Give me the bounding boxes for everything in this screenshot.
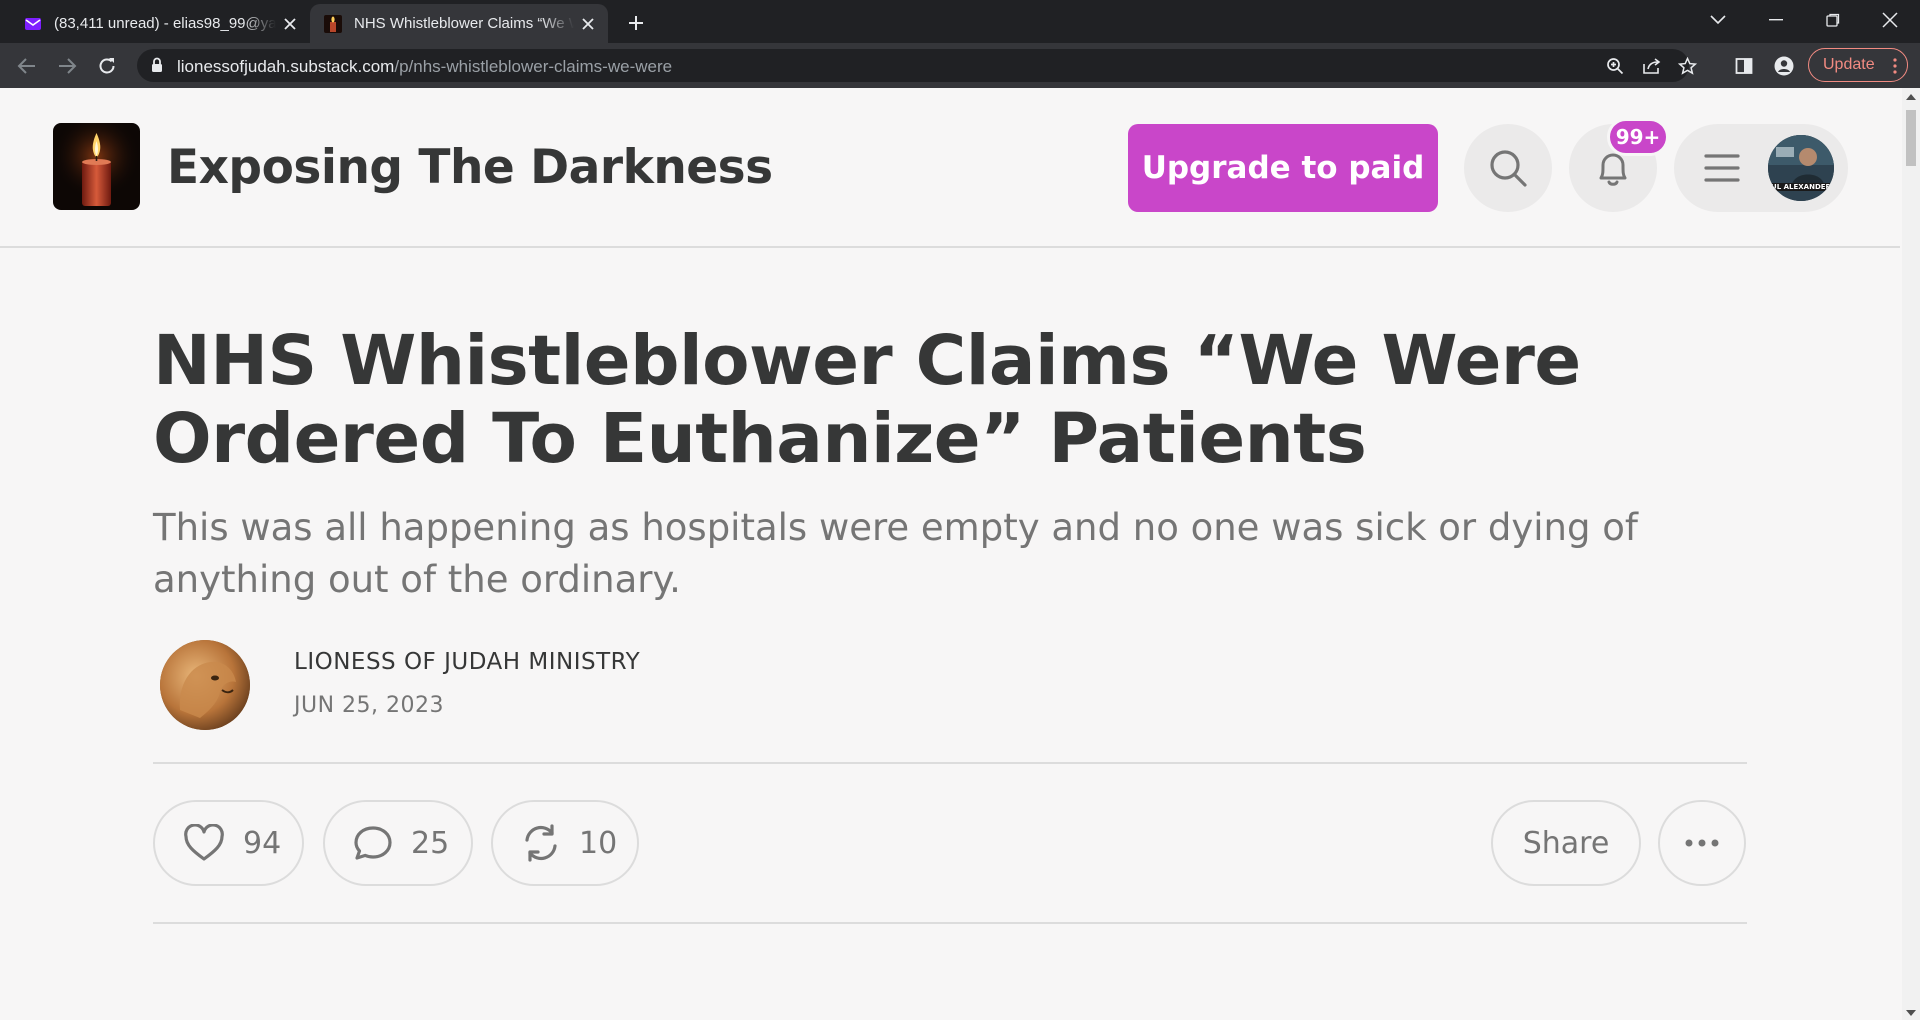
heart-icon <box>183 824 225 862</box>
update-label: Update <box>1823 56 1875 73</box>
restack-arrows-icon <box>521 824 561 862</box>
minimize-icon[interactable] <box>1748 0 1804 40</box>
scroll-down-arrow-icon[interactable] <box>1906 1010 1916 1017</box>
search-icon <box>1490 150 1527 187</box>
browser-tab-strip: (83,411 unread) - elias98_99@yahoo.com N… <box>0 0 1920 43</box>
update-button[interactable]: Update <box>1808 48 1908 82</box>
close-window-icon[interactable] <box>1862 0 1918 40</box>
candle-logo-icon <box>53 123 140 210</box>
comment-count: 25 <box>411 825 450 861</box>
scroll-up-arrow-icon[interactable] <box>1906 93 1916 100</box>
zoom-icon[interactable] <box>1603 54 1627 78</box>
more-menu-icon <box>1893 58 1897 74</box>
hamburger-menu-icon <box>1704 154 1740 182</box>
like-button[interactable]: 94 <box>153 800 304 886</box>
profile-icon[interactable] <box>1770 52 1798 80</box>
like-count: 94 <box>243 825 282 861</box>
search-button[interactable] <box>1464 124 1552 212</box>
close-tab-icon[interactable] <box>574 10 602 38</box>
reload-icon[interactable] <box>90 49 124 83</box>
yahoo-mail-icon <box>25 17 41 30</box>
close-tab-icon[interactable] <box>276 10 304 38</box>
lock-icon <box>152 57 162 72</box>
back-arrow-icon[interactable] <box>10 49 44 83</box>
ellipsis-icon <box>1685 839 1719 847</box>
tab-substack-post[interactable]: NHS Whistleblower Claims “We Were Ordere… <box>310 4 608 43</box>
scrollbar-thumb[interactable] <box>1906 110 1916 166</box>
tab-search-chevron-down-icon[interactable] <box>1690 0 1746 40</box>
tab-title: NHS Whistleblower Claims “We Were Ordere… <box>354 15 574 32</box>
forward-arrow-icon[interactable] <box>50 49 84 83</box>
author-name-link[interactable]: LIONESS OF JUDAH MINISTRY <box>294 649 640 675</box>
restore-window-icon[interactable] <box>1805 0 1861 40</box>
new-tab-plus-icon[interactable] <box>620 9 652 37</box>
site-logo[interactable] <box>53 123 140 210</box>
restack-count: 10 <box>579 825 618 861</box>
avatar-caption: UL ALEXANDER <box>1771 183 1831 191</box>
post-subtitle: This was all happening as hospitals were… <box>153 506 1638 601</box>
more-options-button[interactable] <box>1658 800 1746 886</box>
tab-yahoo-mail[interactable]: (83,411 unread) - elias98_99@yahoo.com <box>10 4 310 43</box>
lioness-avatar-icon <box>160 640 250 730</box>
side-panel-icon[interactable] <box>1730 52 1758 80</box>
account-menu-button[interactable]: UL ALEXANDER <box>1674 124 1848 212</box>
comments-button[interactable]: 25 <box>323 800 473 886</box>
user-avatar: UL ALEXANDER <box>1768 135 1834 201</box>
tab-title: (83,411 unread) - elias98_99@yahoo.com <box>54 15 276 32</box>
page-scrollbar[interactable] <box>1902 88 1920 1020</box>
site-header: Exposing The Darkness Upgrade to paid 99… <box>0 88 1900 248</box>
post-title: NHS Whistleblower Claims “We Were Ordere… <box>153 321 1581 479</box>
bookmark-star-icon[interactable] <box>1675 54 1699 78</box>
url-text: lionessofjudah.substack.com/p/nhs-whistl… <box>177 57 673 76</box>
share-button[interactable]: Share <box>1491 800 1641 886</box>
divider <box>153 922 1747 924</box>
upgrade-to-paid-button[interactable]: Upgrade to paid <box>1128 124 1438 212</box>
browser-toolbar: lionessofjudah.substack.com/p/nhs-whistl… <box>0 43 1920 88</box>
share-page-icon[interactable] <box>1640 54 1664 78</box>
comment-bubble-icon <box>353 824 393 862</box>
candle-favicon-icon <box>324 14 342 33</box>
restack-button[interactable]: 10 <box>491 800 639 886</box>
site-title[interactable]: Exposing The Darkness <box>167 140 773 195</box>
address-bar[interactable]: lionessofjudah.substack.com/p/nhs-whistl… <box>137 49 1697 82</box>
divider <box>153 762 1747 764</box>
author-avatar[interactable] <box>160 640 250 730</box>
notification-count-badge: 99+ <box>1607 118 1669 156</box>
post-date: JUN 25, 2023 <box>294 693 445 718</box>
